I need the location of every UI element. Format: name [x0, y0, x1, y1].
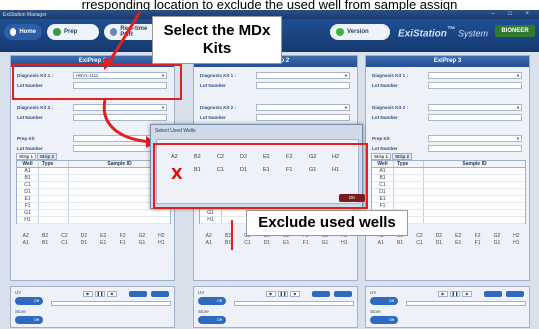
dialog-highlight-box: [153, 143, 368, 209]
dialog-title: Select Used Wells: [155, 128, 196, 134]
arrow-to-dialog: [102, 99, 153, 144]
arrow-to-kit-box: [106, 11, 142, 65]
callout-exclude-wells: Exclude used wells: [246, 210, 408, 236]
kit-highlight-box: [12, 64, 182, 100]
callout-select-kits: Select the MDx Kits: [152, 16, 282, 64]
